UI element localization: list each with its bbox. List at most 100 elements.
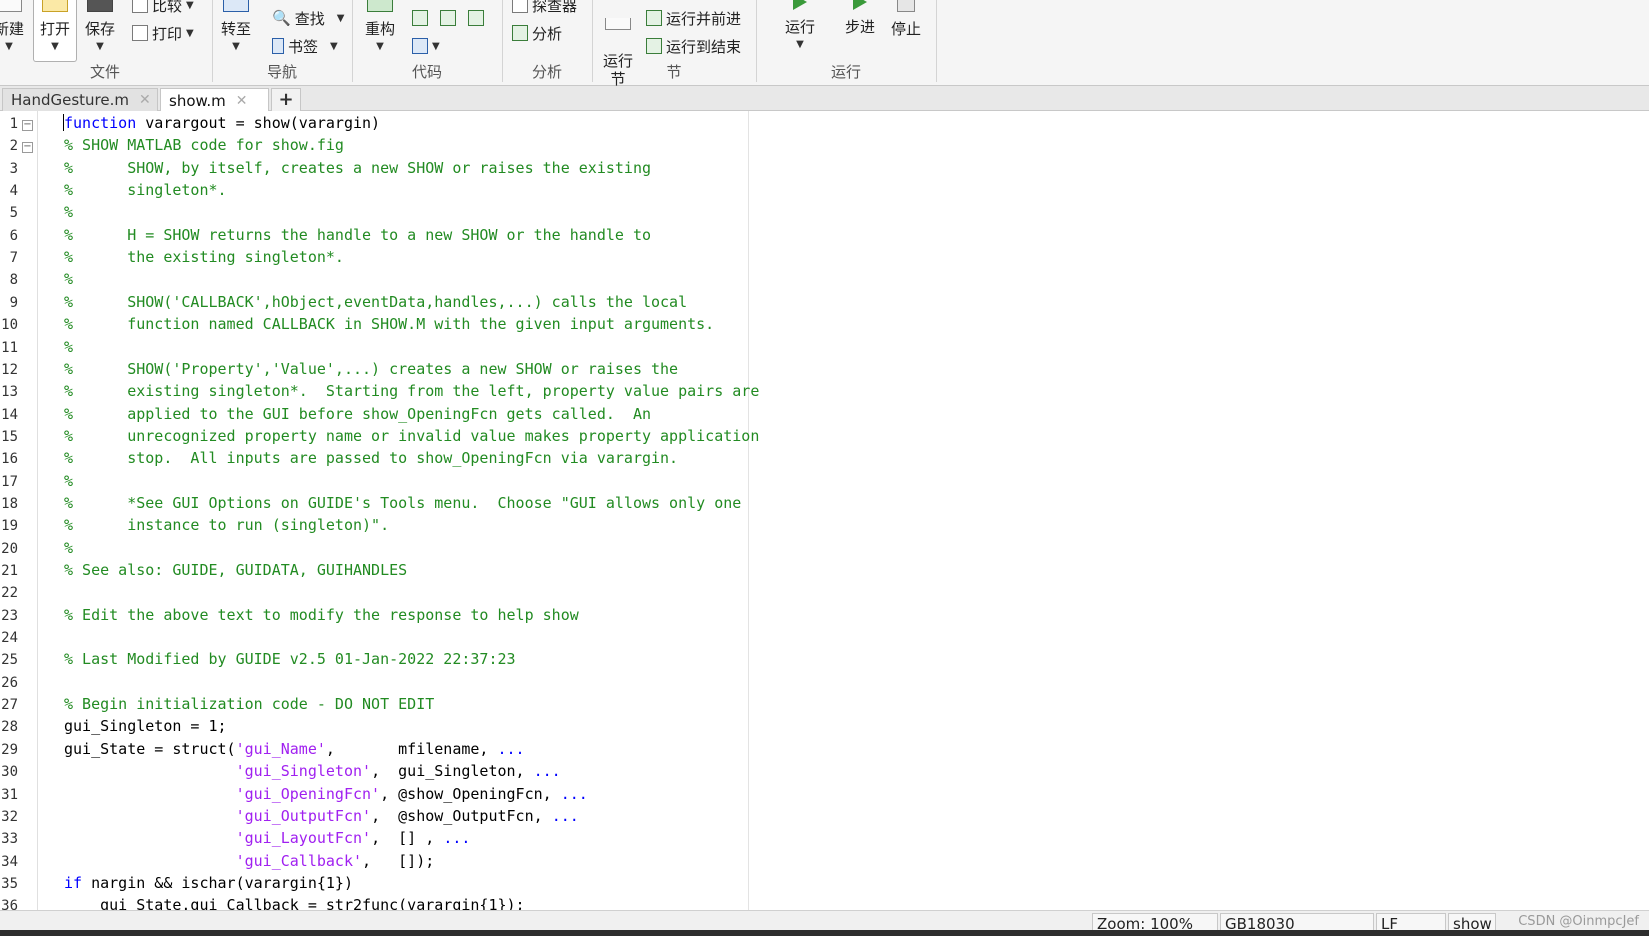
bookmark-button[interactable]: 书签 ▼ [272,35,338,57]
insert-section-button[interactable] [412,7,428,29]
compare-button[interactable]: 比较 ▼ [132,0,194,16]
code-line[interactable]: gui_Singleton = 1; [64,715,227,737]
code-token: % the existing singleton*. [64,248,344,267]
profiler-button[interactable]: 探查器 [512,0,577,16]
code-line[interactable]: % [64,336,73,358]
fold-toggle-icon[interactable]: − [22,142,33,154]
indent-button[interactable] [468,7,484,29]
code-line[interactable]: % SHOW, by itself, creates a new SHOW or… [64,157,651,179]
refactor-dropdown-icon[interactable]: ▼ [362,41,398,52]
code-line[interactable]: % [64,537,73,559]
code-line[interactable]: % SHOW MATLAB code for show.fig [64,134,344,156]
code-line[interactable]: % the existing singleton*. [64,246,344,268]
code-editor[interactable]: 1− function varargout = show(varargin) 2−%… [0,111,1649,910]
line-number: 6 [9,227,18,244]
line-number: 4 [9,183,18,200]
line-number: 11 [1,339,18,356]
section-group-label: 节 [666,63,682,81]
code-line[interactable]: % function named CALLBACK in SHOW.M with… [64,313,714,335]
stop-button[interactable]: 停止 [888,0,924,62]
refactor-icon [367,0,393,12]
close-icon[interactable]: ✕ [236,93,248,109]
code-line[interactable]: % singleton*. [64,179,227,201]
code-line[interactable]: 'gui_OpeningFcn', @show_OpeningFcn, ... [64,783,588,805]
run-button[interactable]: 运行 ▼ [782,0,818,62]
code-line[interactable]: % Begin initialization code - DO NOT EDI… [64,693,434,715]
code-line[interactable]: % unrecognized property name or invalid … [64,425,759,447]
bookmark-dropdown-icon[interactable]: ▼ [330,41,338,52]
find-dropdown-icon[interactable]: ▼ [337,13,345,24]
tab-show[interactable]: show.m ✕ [160,88,269,112]
run-to-end-button[interactable]: 运行到结束 [646,35,741,57]
save-button[interactable]: 保存 ▼ [80,0,120,62]
compare-dropdown-icon[interactable]: ▼ [186,0,194,11]
function-button[interactable]: ▼ [412,35,440,57]
comment-button[interactable] [440,7,456,29]
comment-icon [440,10,456,26]
save-dropdown-icon[interactable]: ▼ [80,41,120,52]
line-number: 14 [1,406,18,423]
code-line[interactable]: function varargout = show(varargin) [64,112,380,134]
code-token: if [64,873,83,892]
code-line[interactable]: gui_State.gui_Callback = str2func(vararg… [64,894,524,910]
run-to-end-label: 运行到结束 [666,37,742,56]
code-token: % *See GUI Options on GUIDE's Tools menu… [64,493,742,512]
goto-button[interactable]: 转至 ▼ [218,0,254,62]
analyze-button[interactable]: 分析 [512,22,562,44]
run-dropdown-icon[interactable]: ▼ [782,39,818,50]
fold-toggle-icon[interactable]: − [22,120,33,131]
run-advance-button[interactable]: 运行并前进 [646,7,741,29]
tab-handgesture[interactable]: HandGesture.m ✕ [2,88,158,111]
code-token: varargout = show(varargin) [136,114,381,132]
code-line[interactable]: % stop. All inputs are passed to show_Op… [64,447,678,469]
open-button[interactable]: 打开 ▼ [33,0,77,62]
code-token: , mfilename, [325,739,498,758]
print-dropdown-icon[interactable]: ▼ [186,28,194,39]
code-line[interactable]: % SHOW('Property','Value',...) creates a… [64,358,678,380]
run-section-button[interactable]: 运行 节 [600,0,636,88]
find-button[interactable]: 🔍 查找 ▼ [272,7,344,29]
separator [212,0,213,82]
open-dropdown-icon[interactable]: ▼ [33,41,77,52]
code-line[interactable]: % existing singleton*. Starting from the… [64,380,759,402]
close-icon[interactable]: ✕ [139,92,151,108]
code-line[interactable]: % *See GUI Options on GUIDE's Tools menu… [64,492,741,514]
new-dropdown-icon[interactable]: ▼ [0,41,24,52]
step-button[interactable]: 步进 [842,0,878,62]
code-line[interactable]: gui_State = struct('gui_Name', mfilename… [64,738,525,760]
code-line[interactable]: % applied to the GUI before show_Opening… [64,403,651,425]
line-number: 8 [9,272,18,289]
run-group-label: 运行 [830,63,861,81]
add-tab-button[interactable]: + [271,88,301,111]
code-line[interactable]: if nargin && ischar(varargin{1}) [64,872,353,894]
code-token: % existing singleton*. Starting from the… [64,382,760,401]
line-number: 13 [1,384,18,401]
code-line[interactable]: % Edit the above text to modify the resp… [64,604,579,626]
code-line[interactable]: 'gui_Singleton', gui_Singleton, ... [64,760,561,782]
stop-label: 停止 [890,20,921,38]
new-label: 新建 [0,20,25,38]
print-button[interactable]: 打印 ▼ [132,22,194,44]
new-button[interactable]: 新建 ▼ [0,0,24,62]
code-line[interactable]: 'gui_LayoutFcn', [] , ... [64,827,471,849]
code-line[interactable]: % See also: GUIDE, GUIDATA, GUIHANDLES [64,559,407,581]
code-line[interactable]: % H = SHOW returns the handle to a new S… [64,224,651,246]
tab-label: show.m [169,91,226,110]
printer-icon [132,25,148,41]
code-line[interactable]: % [64,268,73,290]
watermark-text: CSDN @OinmpcJef [1518,914,1639,929]
refactor-button[interactable]: 重构 ▼ [362,0,398,62]
code-line[interactable]: % Last Modified by GUIDE v2.5 01-Jan-202… [64,648,516,670]
code-line[interactable]: 'gui_Callback', []); [64,850,435,872]
line-number: 30 [1,764,18,781]
code-line[interactable]: % SHOW('CALLBACK',hObject,eventData,hand… [64,291,687,313]
code-line[interactable]: 'gui_OutputFcn', @show_OutputFcn, ... [64,805,579,827]
goto-dropdown-icon[interactable]: ▼ [218,41,254,52]
function-dropdown-icon[interactable]: ▼ [432,41,440,52]
line-number: 24 [1,630,18,647]
code-token: % instance to run (singleton)". [64,516,390,535]
code-line[interactable]: % [64,470,73,492]
step-icon [853,0,867,10]
code-line[interactable]: % [64,201,73,223]
code-line[interactable]: % instance to run (singleton)". [64,514,389,536]
